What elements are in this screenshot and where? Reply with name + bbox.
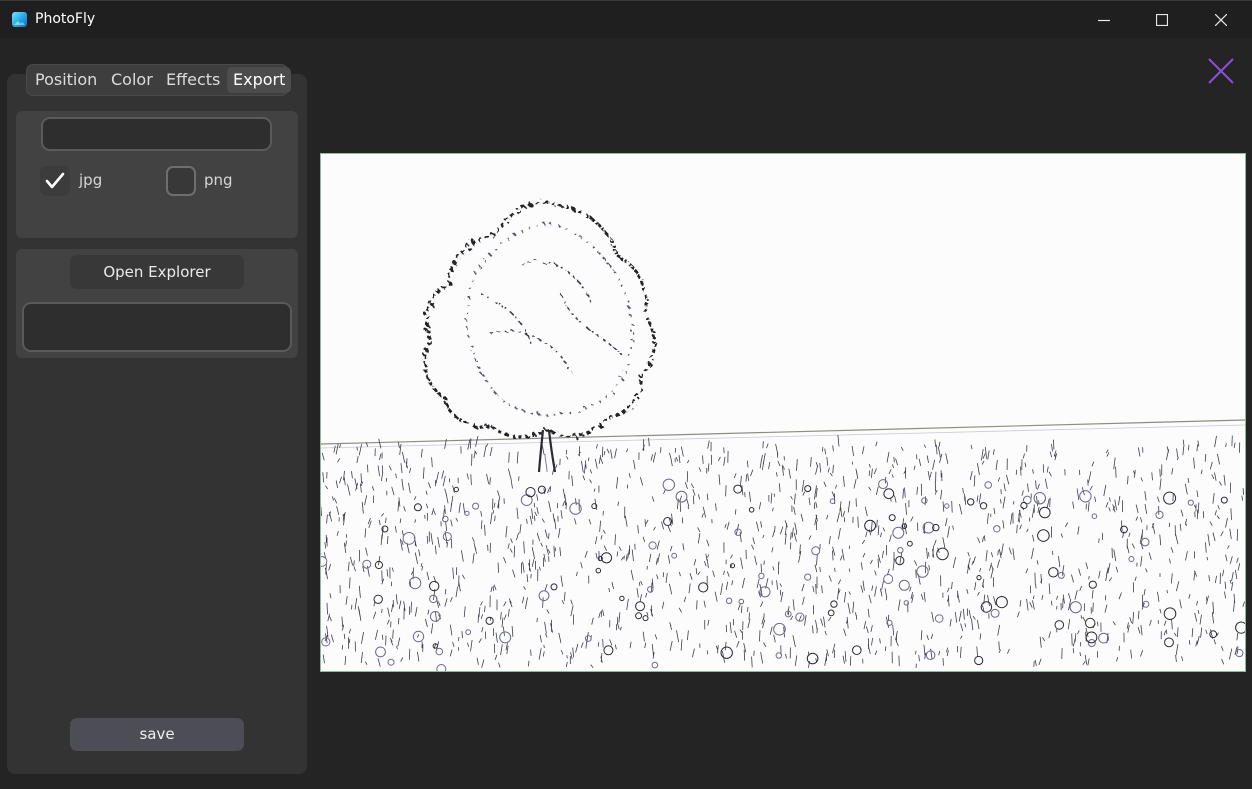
format-card: jpg png (16, 111, 298, 238)
tab-export[interactable]: Export (227, 67, 292, 93)
save-button[interactable]: save (70, 718, 244, 751)
minimize-icon (1098, 19, 1110, 22)
photofly-app-icon (12, 12, 27, 27)
open-explorer-button[interactable]: Open Explorer (70, 255, 244, 289)
tab-bar: Position Color Effects Export (26, 64, 292, 96)
jpg-label: jpg (79, 171, 103, 189)
title-bar: PhotoFly (0, 0, 1252, 38)
png-label: png (204, 171, 233, 189)
window-title: PhotoFly (35, 11, 96, 27)
checkmark-icon (45, 172, 65, 189)
minimize-button[interactable] (1075, 1, 1133, 39)
jpg-checkbox[interactable] (40, 166, 70, 196)
image-canvas[interactable] (320, 153, 1246, 672)
tab-effects[interactable]: Effects (160, 67, 226, 93)
maximize-icon (1156, 14, 1168, 26)
close-x-icon[interactable] (1206, 56, 1236, 86)
settings-panel: Position Color Effects Export jpg png Op… (7, 64, 307, 774)
maximize-button[interactable] (1133, 1, 1191, 39)
png-checkbox[interactable] (166, 166, 196, 196)
tab-position[interactable]: Position (29, 67, 103, 93)
close-window-button[interactable] (1192, 1, 1250, 39)
close-icon (1215, 14, 1227, 26)
location-card: Open Explorer (16, 249, 298, 358)
tab-color[interactable]: Color (105, 67, 159, 93)
save-path-field[interactable] (22, 302, 292, 352)
sketch-image (321, 154, 1245, 671)
filename-input[interactable] (41, 117, 272, 151)
